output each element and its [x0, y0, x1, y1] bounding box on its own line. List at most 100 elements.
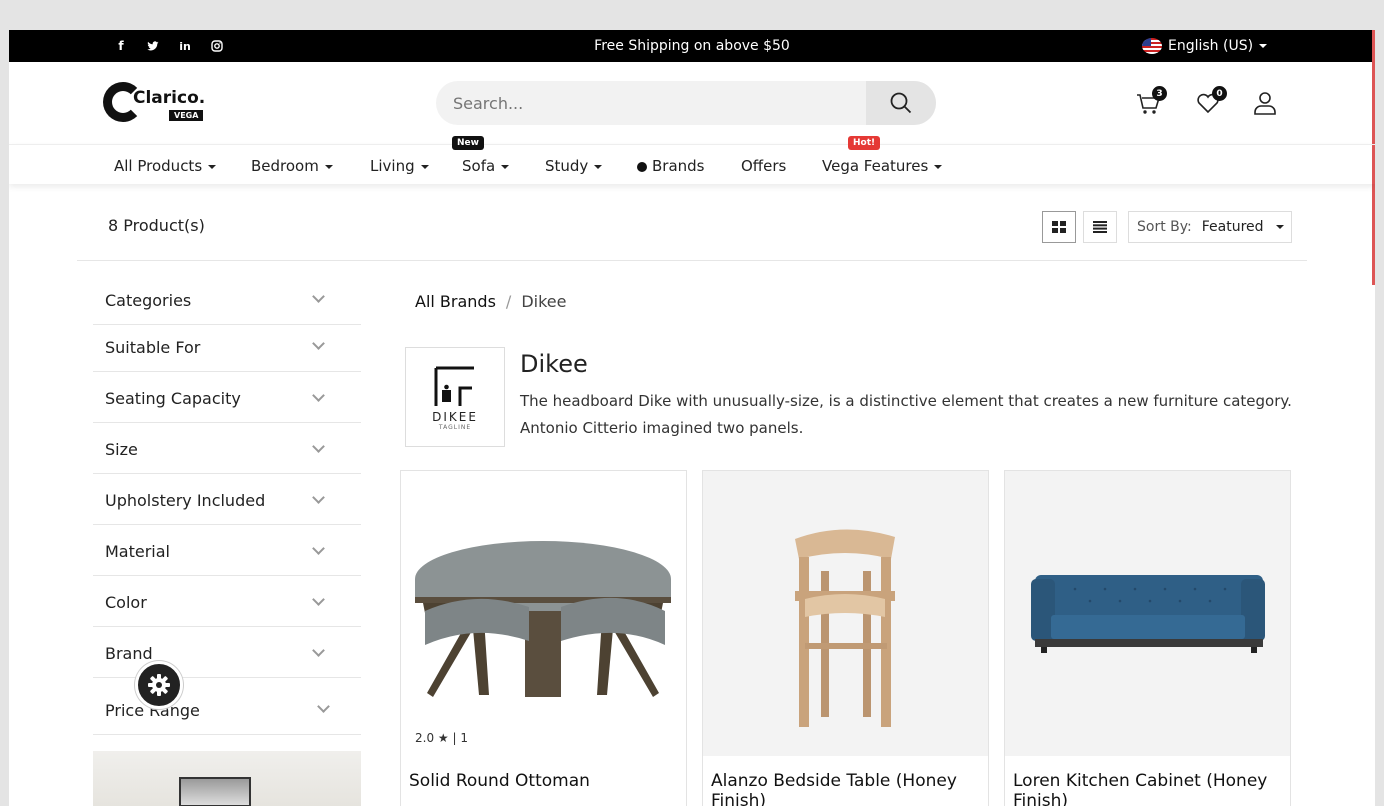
nav-vega-features[interactable]: Vega Features: [822, 157, 943, 175]
us-flag-icon: [1142, 38, 1162, 54]
nav-sofa[interactable]: Sofa: [462, 157, 510, 175]
chevron-down-icon: [312, 337, 325, 350]
breadcrumb-all-brands[interactable]: All Brands: [415, 292, 496, 311]
settings-button[interactable]: [135, 661, 183, 709]
brand-description: The headboard Dike with unusually-size, …: [520, 392, 1292, 437]
product-image[interactable]: [703, 471, 988, 756]
ottoman-image: [401, 471, 686, 756]
gear-icon: [148, 674, 170, 696]
sort-label: Sort By:: [1137, 219, 1192, 235]
rating-value: 2.0: [415, 731, 435, 745]
filter-title: Material: [105, 542, 170, 561]
cart-count-badge: 3: [1152, 86, 1167, 101]
rating-separator: |: [452, 731, 457, 745]
logo-text: Clarico.: [133, 88, 206, 108]
filter-price-range[interactable]: Price Range: [93, 678, 361, 735]
product-name[interactable]: Alanzo Bedside Table (Honey Finish): [711, 771, 981, 806]
dikee-logo-icon: [433, 365, 477, 406]
caret-down-icon: [324, 164, 333, 169]
account-button[interactable]: [1252, 90, 1278, 116]
wishlist-button[interactable]: 0: [1195, 86, 1227, 116]
nav-offers[interactable]: Offers: [741, 157, 786, 175]
list-icon: [1093, 221, 1107, 233]
product-card[interactable]: Alanzo Bedside Table (Honey Finish): [702, 470, 989, 806]
filter-size[interactable]: Size: [93, 423, 361, 474]
filter-title: Upholstery Included: [105, 491, 266, 510]
breadcrumb-separator: /: [505, 292, 512, 311]
grid-view-button[interactable]: [1042, 211, 1076, 243]
main-nav: All Products Bedroom Living Sofa Study B…: [9, 144, 1375, 184]
nav-label: Bedroom: [251, 157, 319, 175]
star-icon: ★: [437, 731, 449, 745]
breadcrumb: All Brands / Dikee: [415, 292, 566, 311]
site-logo[interactable]: Clarico. VEGA: [103, 80, 213, 126]
filter-title: Color: [105, 593, 147, 612]
filter-title: Brand: [105, 644, 153, 663]
nav-living[interactable]: Living: [370, 157, 429, 175]
search-icon: [890, 92, 912, 114]
caret-down-icon: [1259, 44, 1268, 48]
brand-logo: DIKEE TAGLINE: [405, 347, 505, 447]
nav-label: Sofa: [462, 157, 496, 175]
nav-label: All Products: [114, 157, 203, 175]
hot-tag: Hot!: [848, 136, 881, 150]
filter-upholstery-included[interactable]: Upholstery Included: [93, 474, 361, 525]
breadcrumb-current: Dikee: [521, 292, 567, 311]
search-input[interactable]: [436, 81, 866, 125]
filter-title: Categories: [105, 291, 192, 310]
filter-categories[interactable]: Categories: [93, 278, 361, 325]
sort-dropdown[interactable]: Sort By: Featured: [1128, 211, 1292, 243]
caret-down-icon: [1275, 225, 1284, 229]
page-frame: f in Free Shipping on above $50 English …: [9, 30, 1375, 806]
brand-name: Dikee: [520, 350, 588, 378]
filter-seating-capacity[interactable]: Seating Capacity: [93, 372, 361, 423]
chevron-down-icon: [312, 542, 325, 555]
filter-title: Suitable For: [105, 338, 201, 357]
filter-material[interactable]: Material: [93, 525, 361, 576]
filter-title: Size: [105, 440, 138, 459]
list-view-button[interactable]: [1083, 211, 1117, 243]
user-icon: [1254, 92, 1276, 115]
chevron-down-icon: [312, 290, 325, 303]
nav-label: Study: [545, 157, 589, 175]
top-bar: f in Free Shipping on above $50 English …: [9, 30, 1375, 285]
nav-study[interactable]: Study: [545, 157, 603, 175]
filter-color[interactable]: Color: [93, 576, 361, 627]
brands-dot-icon: [637, 162, 647, 172]
chevron-down-icon: [312, 440, 325, 453]
nav-label: Brands: [652, 157, 705, 175]
product-image[interactable]: [401, 471, 686, 756]
nav-bedroom[interactable]: Bedroom: [251, 157, 333, 175]
caret-down-icon: [208, 164, 217, 169]
language-label: English (US): [1168, 38, 1254, 54]
nav-all-products[interactable]: All Products: [114, 157, 217, 175]
nav-brands[interactable]: Brands: [637, 157, 705, 175]
framed-picture: [179, 777, 251, 806]
brand-logo-text: DIKEE: [432, 409, 478, 424]
sofa-image: [1005, 471, 1290, 756]
caret-down-icon: [934, 164, 943, 169]
product-card[interactable]: Loren Kitchen Cabinet (Honey Finish): [1004, 470, 1291, 806]
product-image[interactable]: [1005, 471, 1290, 756]
filter-brand[interactable]: Brand: [93, 627, 361, 678]
chevron-down-icon: [312, 593, 325, 606]
chair-image: [703, 471, 988, 756]
filter-suitable-for[interactable]: Suitable For: [93, 325, 361, 372]
language-selector[interactable]: English (US): [1142, 38, 1268, 54]
filter-title: Seating Capacity: [105, 389, 241, 408]
chevron-down-icon: [312, 389, 325, 402]
sidebar-promo-image[interactable]: [93, 751, 361, 806]
product-card[interactable]: 2.0 ★ | 1 Solid Round Ottoman: [400, 470, 687, 806]
chevron-down-icon: [312, 491, 325, 504]
product-name[interactable]: Solid Round Ottoman: [409, 771, 679, 791]
cart-button[interactable]: 3: [1135, 86, 1167, 116]
product-count: 8 Product(s): [108, 216, 205, 235]
nav-label: Vega Features: [822, 157, 929, 175]
product-rating: 2.0 ★ | 1: [415, 731, 468, 745]
product-name[interactable]: Loren Kitchen Cabinet (Honey Finish): [1013, 771, 1283, 806]
search-button[interactable]: [866, 81, 936, 125]
caret-down-icon: [501, 164, 510, 169]
wishlist-count-badge: 0: [1212, 86, 1227, 101]
caret-down-icon: [420, 164, 429, 169]
divider: [77, 260, 1307, 261]
